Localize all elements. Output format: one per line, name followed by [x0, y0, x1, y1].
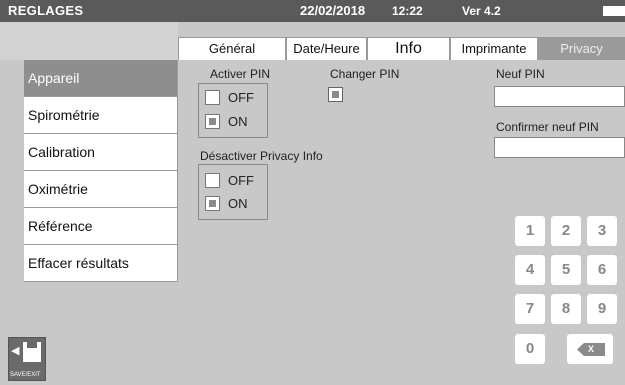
confirmer-pin-label: Confirmer neuf PIN: [496, 120, 599, 134]
tab-general[interactable]: Général: [178, 37, 286, 60]
activer-pin-on-label: ON: [228, 114, 248, 129]
save-exit-label: SAVE/EXIT: [10, 372, 41, 378]
top-band: [0, 22, 178, 60]
desactiver-privacy-on-checkbox[interactable]: [205, 196, 220, 211]
backspace-icon: X: [577, 343, 605, 356]
sidebar-item-appareil[interactable]: Appareil: [24, 60, 178, 97]
activer-pin-on-option[interactable]: ON: [205, 114, 248, 129]
status-time: 12:22: [392, 4, 423, 18]
activer-pin-off-label: OFF: [228, 90, 254, 105]
keypad-key-5[interactable]: 5: [551, 255, 581, 285]
activer-pin-off-checkbox[interactable]: [205, 90, 220, 105]
neuf-pin-input[interactable]: [494, 86, 625, 107]
neuf-pin-label: Neuf PIN: [496, 67, 545, 81]
activer-pin-group: OFF ON: [198, 83, 268, 138]
tab-info[interactable]: Info: [367, 37, 450, 60]
changer-pin-button[interactable]: [328, 87, 343, 102]
desactiver-privacy-label: Désactiver Privacy Info: [200, 149, 323, 163]
status-bar: REGLAGES 22/02/2018 12:22 Ver 4.2: [0, 0, 625, 22]
keypad-key-7[interactable]: 7: [515, 294, 545, 324]
save-exit-button[interactable]: ◀ SAVE/EXIT: [8, 337, 46, 381]
desactiver-privacy-on-option[interactable]: ON: [205, 196, 248, 211]
sidebar-item-effacer-resultats[interactable]: Effacer résultats: [24, 245, 178, 282]
battery-icon: [603, 6, 625, 16]
arrow-left-icon: ◀: [11, 345, 20, 357]
privacy-panel: Activer PIN OFF ON Changer PIN Neuf PIN …: [178, 60, 625, 385]
sidebar-item-reference[interactable]: Référence: [24, 208, 178, 245]
desactiver-privacy-off-option[interactable]: OFF: [205, 173, 254, 188]
activer-pin-on-checkbox[interactable]: [205, 114, 220, 129]
status-date: 22/02/2018: [300, 3, 366, 18]
tab-privacy[interactable]: Privacy: [538, 37, 625, 60]
confirmer-pin-input[interactable]: [494, 137, 625, 158]
desactiver-privacy-off-checkbox[interactable]: [205, 173, 220, 188]
sidebar-item-spirometrie[interactable]: Spirométrie: [24, 97, 178, 134]
desactiver-privacy-off-label: OFF: [228, 173, 254, 188]
desactiver-privacy-group: OFF ON: [198, 164, 268, 220]
keypad-key-4[interactable]: 4: [515, 255, 545, 285]
keypad-key-0[interactable]: 0: [515, 334, 545, 364]
changer-pin-label: Changer PIN: [330, 67, 400, 81]
screen-title: REGLAGES: [8, 3, 84, 18]
keypad-key-2[interactable]: 2: [551, 216, 581, 246]
tab-bar: Général Date/Heure Info Imprimante Priva…: [178, 37, 625, 60]
keypad-key-1[interactable]: 1: [515, 216, 545, 246]
sidebar-item-oximetrie[interactable]: Oximétrie: [24, 171, 178, 208]
desactiver-privacy-on-label: ON: [228, 196, 248, 211]
floppy-disk-icon: [23, 342, 41, 362]
tab-imprimante[interactable]: Imprimante: [450, 37, 538, 60]
keypad-key-9[interactable]: 9: [587, 294, 617, 324]
keypad-key-6[interactable]: 6: [587, 255, 617, 285]
keypad-key-3[interactable]: 3: [587, 216, 617, 246]
sidebar-item-calibration[interactable]: Calibration: [24, 134, 178, 171]
tab-date-heure[interactable]: Date/Heure: [286, 37, 367, 60]
keypad-backspace-button[interactable]: X: [567, 334, 613, 364]
activer-pin-label: Activer PIN: [210, 67, 271, 81]
activer-pin-off-option[interactable]: OFF: [205, 90, 254, 105]
sidebar: Appareil Spirométrie Calibration Oximétr…: [24, 60, 178, 282]
status-version: Ver 4.2: [462, 4, 501, 18]
keypad-key-8[interactable]: 8: [551, 294, 581, 324]
